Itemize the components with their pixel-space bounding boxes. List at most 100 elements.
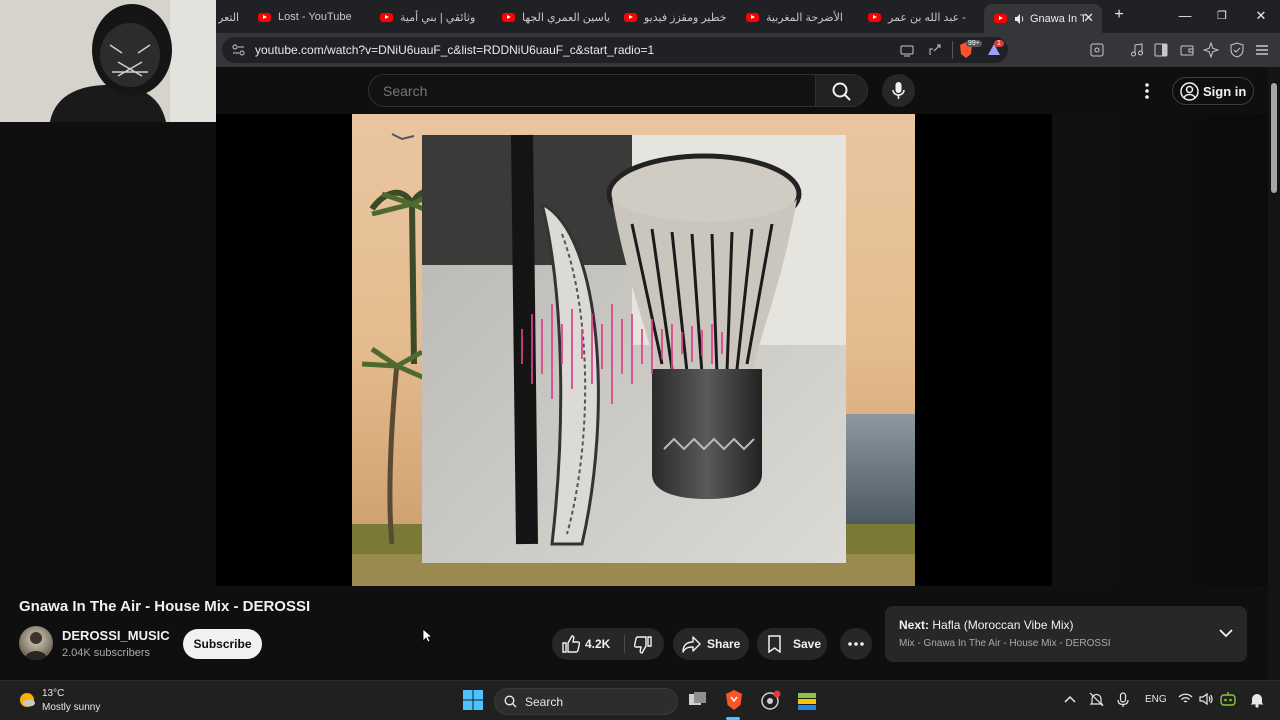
chevron-up-icon[interactable] [1064, 695, 1076, 703]
vpn-icon[interactable] [1229, 42, 1245, 58]
subscribe-button[interactable]: Subscribe [183, 629, 262, 659]
thumbs-down-icon[interactable] [634, 636, 652, 654]
brave-browser-icon[interactable] [724, 689, 744, 711]
weather-sun-icon[interactable] [18, 691, 36, 709]
speaker-icon [1015, 13, 1024, 24]
video-letterbox-left [216, 114, 352, 586]
url-text: youtube.com/watch?v=DNiU6uauF_c&list=RDD… [255, 43, 655, 57]
next-video-label: Next: Hafla (Moroccan Vibe Mix) [899, 618, 1074, 632]
youtube-icon [258, 12, 271, 22]
cast-icon[interactable] [900, 43, 914, 57]
input-language[interactable]: ENG [1145, 694, 1167, 705]
tab-title: التعر [218, 11, 240, 24]
task-view-icon[interactable] [688, 691, 708, 709]
page-scrollbar[interactable] [1268, 67, 1280, 680]
scrollbar-thumb[interactable] [1271, 83, 1277, 193]
webcam-overlay [0, 0, 216, 122]
sign-in-label: Sign in [1203, 83, 1247, 99]
browser-tab[interactable]: ياسين العمري الجها [502, 4, 614, 30]
account-icon [1180, 82, 1199, 101]
video-title: Gnawa In The Air - House Mix - DEROSSI [19, 598, 311, 615]
search-input[interactable] [383, 83, 783, 99]
chevron-down-icon[interactable] [1219, 629, 1233, 638]
browser-tab[interactable]: التعر [218, 4, 248, 30]
thumbs-up-icon[interactable] [562, 635, 580, 653]
save-label: Save [793, 637, 822, 651]
wallet-icon[interactable] [1179, 42, 1195, 58]
browser-tab[interactable]: الأضرحة المغربية [746, 4, 858, 30]
screenshot-icon[interactable] [1089, 42, 1105, 58]
next-prefix: Next: [899, 618, 930, 632]
notification-bell-icon[interactable] [1250, 692, 1264, 708]
mouse-cursor-icon [422, 628, 432, 643]
restore-icon[interactable]: ❐ [1213, 9, 1231, 22]
tab-title: وثائقي | بني أمية [400, 11, 476, 24]
more-actions-button[interactable] [840, 628, 872, 660]
youtube-header: Sign in [216, 67, 1268, 114]
channel-avatar[interactable] [19, 626, 53, 660]
share-button[interactable]: Share [673, 628, 749, 660]
bookmark-icon [768, 635, 781, 653]
browser-tab[interactable]: وثائقي | بني أمية [380, 4, 492, 30]
share-icon [682, 636, 701, 653]
new-tab-icon[interactable]: + [1110, 6, 1128, 24]
bluestacks-icon[interactable] [796, 690, 818, 712]
youtube-icon [380, 12, 393, 22]
weather-description[interactable]: Mostly sunny [42, 702, 100, 713]
tab-title: خطير ومقزز فيديو [644, 11, 727, 24]
volume-icon[interactable] [1199, 692, 1213, 706]
like-dislike-group: 4.2K [552, 628, 664, 660]
video-artwork [352, 114, 915, 586]
more-horizontal-icon [848, 642, 864, 646]
more-options-icon[interactable] [1144, 83, 1150, 99]
browser-tab[interactable]: عبد الله بن عمر - [868, 4, 980, 30]
sidebar-icon[interactable] [1153, 42, 1169, 58]
close-tab-icon[interactable]: ✕ [1083, 10, 1094, 26]
address-bar[interactable]: youtube.com/watch?v=DNiU6uauF_c&list=RDD… [222, 37, 1008, 63]
browser-tab[interactable]: Lost - YouTube [258, 4, 368, 30]
search-box[interactable] [368, 74, 816, 107]
video-letterbox-right [1052, 114, 1268, 586]
tab-title: عبد الله بن عمر - [888, 11, 966, 24]
notifications-off-icon[interactable] [1089, 692, 1104, 707]
search-button[interactable] [816, 74, 868, 107]
youtube-icon [868, 12, 881, 22]
tab-title: ياسين العمري الجها [522, 11, 611, 24]
weather-temperature[interactable]: 13°C [42, 688, 64, 699]
minimize-icon[interactable]: — [1176, 8, 1194, 23]
taskbar-search-label: Search [525, 695, 564, 709]
search-icon [832, 82, 851, 101]
recording-app-icon[interactable] [760, 690, 782, 712]
copilot-app-icon[interactable] [1219, 692, 1237, 706]
sign-in-button[interactable]: Sign in [1172, 77, 1254, 105]
leo-ai-icon[interactable] [1203, 42, 1219, 58]
wifi-icon[interactable] [1178, 693, 1193, 705]
voice-search-button[interactable] [882, 74, 915, 107]
tab-title: Lost - YouTube [278, 11, 352, 23]
microphone-icon [892, 82, 905, 99]
browser-tab-active[interactable]: Gnawa In T ✕ [984, 4, 1102, 33]
windows-start-icon[interactable] [463, 690, 483, 710]
site-settings-icon[interactable] [232, 44, 245, 56]
microphone-icon[interactable] [1117, 692, 1129, 708]
divider [624, 635, 625, 653]
shields-badge: 99+ [966, 40, 982, 47]
share-page-icon[interactable] [928, 43, 942, 57]
channel-name[interactable]: DEROSSI_MUSIC [62, 628, 170, 643]
next-title: Hafla (Moroccan Vibe Mix) [932, 618, 1074, 632]
subscriber-count: 2.04K subscribers [62, 647, 151, 659]
browser-tab[interactable]: خطير ومقزز فيديو [624, 4, 736, 30]
save-button[interactable]: Save [757, 628, 827, 660]
close-window-icon[interactable]: ✕ [1252, 8, 1270, 24]
youtube-icon [502, 12, 515, 22]
tab-title: الأضرحة المغربية [766, 11, 843, 24]
media-controls-icon[interactable] [1129, 42, 1145, 58]
divider [952, 41, 953, 59]
taskbar-search[interactable]: Search [494, 688, 678, 715]
playlist-next-card[interactable]: Next: Hafla (Moroccan Vibe Mix) Mix - Gn… [885, 606, 1247, 662]
like-count[interactable]: 4.2K [585, 637, 610, 651]
video-player[interactable] [216, 114, 1268, 586]
menu-icon[interactable] [1254, 42, 1270, 58]
rewards-badge: 1 [994, 40, 1004, 47]
youtube-icon [746, 12, 759, 22]
